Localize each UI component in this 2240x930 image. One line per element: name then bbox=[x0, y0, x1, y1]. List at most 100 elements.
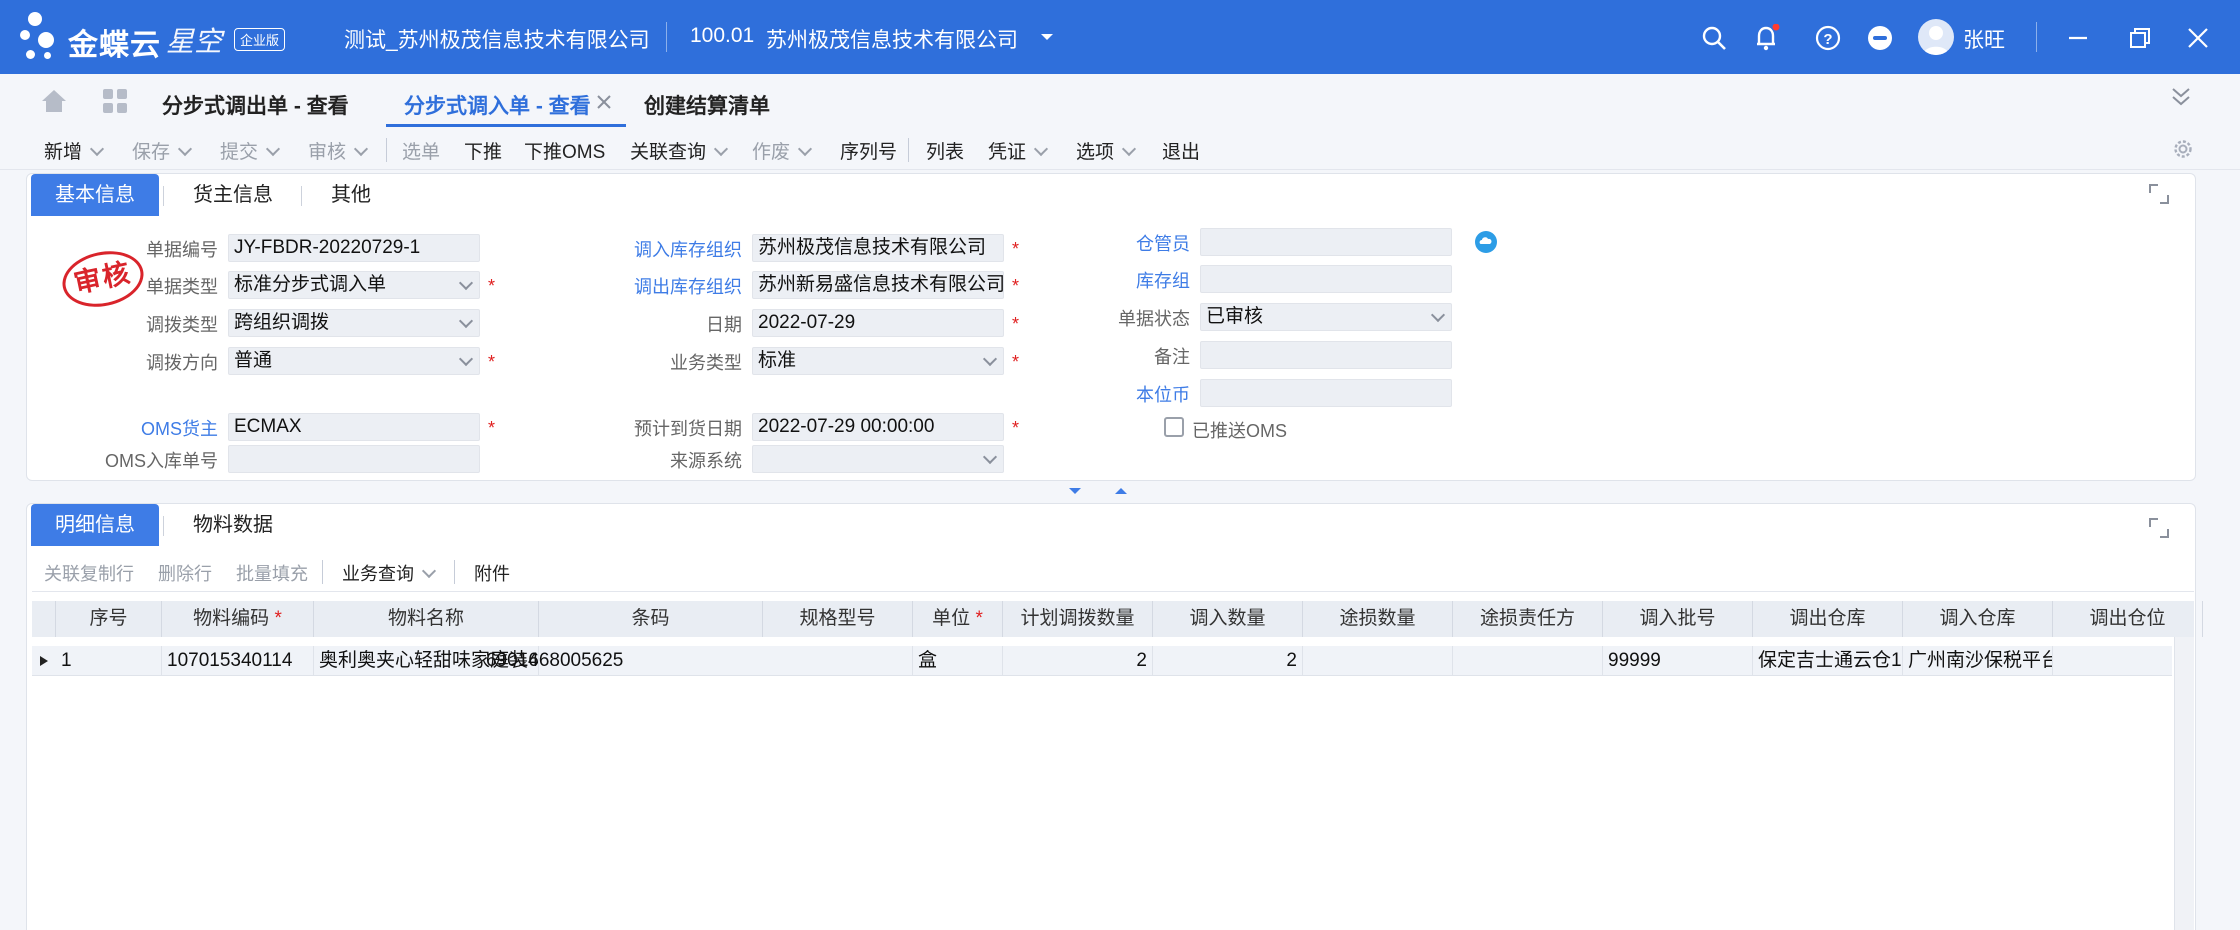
currency-field[interactable] bbox=[1200, 379, 1452, 407]
submit-button[interactable]: 提交 bbox=[220, 137, 281, 164]
collapse-up-icon[interactable] bbox=[1114, 486, 1128, 496]
out-org-label[interactable]: 调出库存组织 bbox=[634, 273, 742, 299]
batch-fill-button[interactable]: 批量填充 bbox=[236, 560, 308, 586]
app-logo[interactable]: 金蝶云 星空 企业版 bbox=[20, 8, 290, 66]
tab-transfer-out[interactable]: 分步式调出单 - 查看 bbox=[162, 90, 349, 120]
oms-owner-label[interactable]: OMS货主 bbox=[141, 415, 218, 441]
biz-query-button[interactable]: 业务查询 bbox=[342, 560, 437, 586]
eta-field[interactable]: 2022-07-29 00:00:00 bbox=[752, 413, 1004, 441]
table-cell[interactable] bbox=[2053, 646, 2172, 676]
expand-icon[interactable] bbox=[2149, 518, 2169, 538]
push-oms-button[interactable]: 下推OMS bbox=[524, 137, 605, 164]
vertical-scrollbar[interactable] bbox=[2174, 637, 2194, 930]
table-cell[interactable]: 盒 bbox=[913, 646, 1003, 676]
void-button[interactable]: 作废 bbox=[752, 137, 813, 164]
column-header[interactable]: 物料编码 * bbox=[162, 601, 314, 637]
table-cell[interactable]: 1 bbox=[56, 646, 162, 676]
keeper-field[interactable] bbox=[1200, 228, 1452, 256]
save-button[interactable]: 保存 bbox=[132, 137, 193, 164]
table-cell[interactable] bbox=[763, 646, 913, 676]
table-cell[interactable] bbox=[1303, 646, 1453, 676]
column-header[interactable]: 计划调拨数量 bbox=[1003, 601, 1153, 637]
select-bill-button[interactable]: 选单 bbox=[402, 137, 440, 164]
pushed-oms-checkbox[interactable] bbox=[1164, 417, 1184, 437]
table-cell[interactable]: 99999 bbox=[1603, 646, 1753, 676]
gear-icon[interactable] bbox=[2172, 138, 2194, 160]
org-dropdown-icon[interactable] bbox=[1038, 28, 1056, 46]
biz-type-select[interactable]: 标准 bbox=[752, 347, 1004, 375]
bill-status-select[interactable]: 已审核 bbox=[1200, 303, 1452, 331]
copy-row-button[interactable]: 关联复制行 bbox=[44, 560, 134, 586]
column-header[interactable]: 途损数量 bbox=[1303, 601, 1453, 637]
push-button[interactable]: 下推 bbox=[464, 137, 502, 164]
audit-button[interactable]: 审核 bbox=[308, 137, 369, 164]
collapse-double-chevron-icon[interactable] bbox=[2170, 86, 2192, 108]
bell-icon[interactable] bbox=[1752, 24, 1780, 52]
help-icon[interactable]: ? bbox=[1814, 24, 1842, 52]
home-icon[interactable] bbox=[40, 88, 68, 114]
stock-group-label[interactable]: 库存组 bbox=[1136, 267, 1190, 293]
keeper-label[interactable]: 仓管员 bbox=[1136, 230, 1190, 256]
restore-icon[interactable] bbox=[2126, 24, 2154, 52]
cloud-sync-icon[interactable] bbox=[1474, 230, 1498, 254]
tab-transfer-in[interactable]: 分步式调入单 - 查看 bbox=[404, 90, 591, 120]
apps-grid-icon[interactable] bbox=[102, 88, 128, 114]
column-header[interactable]: 途损责任方 bbox=[1453, 601, 1603, 637]
voucher-button[interactable]: 凭证 bbox=[988, 137, 1049, 164]
column-header[interactable]: 调入数量 bbox=[1153, 601, 1303, 637]
minimize-icon[interactable] bbox=[2064, 24, 2092, 52]
org-company[interactable]: 苏州极茂信息技术有限公司 bbox=[766, 24, 1018, 54]
column-header[interactable]: 物料名称 bbox=[314, 601, 539, 637]
tab-material-data[interactable]: 物料数据 bbox=[169, 504, 297, 546]
column-header[interactable]: 调出仓库 bbox=[1753, 601, 1903, 637]
oms-owner-field[interactable]: ECMAX bbox=[228, 413, 480, 441]
table-cell[interactable]: 2 bbox=[1003, 646, 1153, 676]
search-icon[interactable] bbox=[1700, 24, 1728, 52]
avatar[interactable] bbox=[1918, 19, 1954, 55]
column-header[interactable]: 规格型号 bbox=[763, 601, 913, 637]
chat-icon[interactable] bbox=[1866, 24, 1894, 52]
collapse-down-icon[interactable] bbox=[1068, 486, 1082, 496]
transfer-type-select[interactable]: 跨组织调拨 bbox=[228, 309, 480, 337]
column-header[interactable]: 单位 * bbox=[913, 601, 1003, 637]
currency-label[interactable]: 本位币 bbox=[1136, 381, 1190, 407]
expand-icon[interactable] bbox=[2149, 184, 2169, 204]
tab-owner-info[interactable]: 货主信息 bbox=[169, 174, 297, 216]
tab-basic-info[interactable]: 基本信息 bbox=[31, 174, 159, 216]
delete-row-button[interactable]: 删除行 bbox=[158, 560, 212, 586]
options-button[interactable]: 选项 bbox=[1076, 137, 1137, 164]
list-button[interactable]: 列表 bbox=[926, 137, 964, 164]
serial-number-button[interactable]: 序列号 bbox=[840, 137, 897, 164]
in-org-field[interactable]: 苏州极茂信息技术有限公司 bbox=[752, 234, 1004, 262]
stock-group-field[interactable] bbox=[1200, 265, 1452, 293]
in-org-label[interactable]: 调入库存组织 bbox=[634, 236, 742, 262]
tab-detail-info[interactable]: 明细信息 bbox=[31, 504, 159, 546]
attachment-button[interactable]: 附件 bbox=[474, 560, 510, 586]
close-tab-icon[interactable] bbox=[596, 94, 612, 110]
current-org[interactable]: 测试_苏州极茂信息技术有限公司 bbox=[344, 24, 650, 54]
oms-in-no-field[interactable] bbox=[228, 445, 480, 473]
table-cell[interactable]: 2 bbox=[1153, 646, 1303, 676]
remark-field[interactable] bbox=[1200, 341, 1452, 369]
related-query-button[interactable]: 关联查询 bbox=[630, 137, 729, 164]
close-icon[interactable] bbox=[2184, 24, 2212, 52]
table-cell[interactable]: 广州南沙保税平台 bbox=[1903, 646, 2053, 676]
column-header[interactable]: 调出仓位 bbox=[2053, 601, 2203, 637]
bill-no-field[interactable]: JY-FBDR-20220729-1 bbox=[228, 234, 480, 262]
tab-settlement[interactable]: 创建结算清单 bbox=[644, 90, 770, 120]
column-header[interactable]: 调入仓库 bbox=[1903, 601, 2053, 637]
transfer-direction-select[interactable]: 普通 bbox=[228, 347, 480, 375]
tab-other[interactable]: 其他 bbox=[307, 174, 395, 216]
org-code[interactable]: 100.01 bbox=[690, 24, 754, 48]
user-name[interactable]: 张旺 bbox=[1963, 24, 2005, 54]
table-cell[interactable]: 6901668005625 bbox=[481, 646, 705, 676]
new-button[interactable]: 新增 bbox=[44, 137, 105, 164]
table-cell[interactable] bbox=[1453, 646, 1603, 676]
column-header[interactable]: 条码 bbox=[539, 601, 763, 637]
out-org-field[interactable]: 苏州新易盛信息技术有限公司 bbox=[752, 271, 1004, 299]
date-field[interactable]: 2022-07-29 bbox=[752, 309, 1004, 337]
column-header[interactable]: 序号 bbox=[56, 601, 162, 637]
table-cell[interactable]: 保定吉士通云仓1号 bbox=[1753, 646, 1903, 676]
table-cell[interactable]: 107015340114 bbox=[162, 646, 314, 676]
bill-type-select[interactable]: 标准分步式调入单 bbox=[228, 271, 480, 299]
